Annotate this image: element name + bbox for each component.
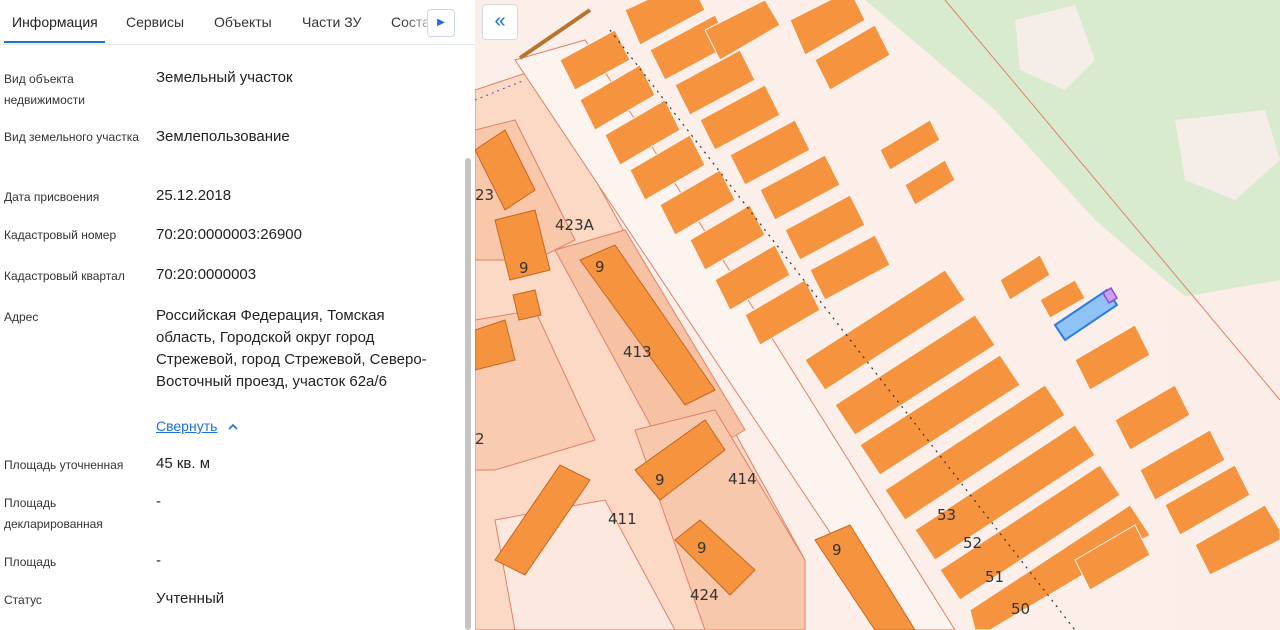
map-label: 2 [475, 430, 485, 448]
value-area: - [156, 552, 161, 569]
label-cadastral-block: Кадастровый квартал [4, 269, 125, 283]
label-declared-area: Площадь декларированная [4, 496, 103, 531]
map-label: 9 [519, 259, 529, 277]
map-label: 423А [555, 216, 595, 234]
label-assignment-date: Дата присвоения [4, 190, 100, 204]
label-object-type: Вид объекта недвижимости [4, 72, 85, 107]
map-label: 9 [655, 471, 665, 489]
map-label: 9 [697, 539, 707, 557]
info-panel: Информация Сервисы Объекты Части ЗУ Сост… [0, 0, 475, 630]
value-cadastral-block: 70:20:0000003 [156, 266, 257, 283]
panel-scrollbar-thumb[interactable] [465, 158, 471, 630]
map-label: 23 [475, 186, 494, 204]
double-chevron-left-icon: « [494, 10, 506, 32]
map-canvas[interactable]: 23 423А 413 414 411 424 2 9 9 9 9 9 53 5… [475, 0, 1280, 630]
chevron-up-icon[interactable] [226, 420, 240, 434]
triangle-right-icon: ▶ [437, 17, 445, 28]
map-label: 9 [832, 541, 842, 559]
tabs-scroll-right-button[interactable]: ▶ [427, 9, 455, 37]
cadastral-map[interactable]: 23 423А 413 414 411 424 2 9 9 9 9 9 53 5… [475, 0, 1280, 630]
tab-objects[interactable]: Объекты [214, 14, 272, 30]
label-refined-area: Площадь уточненная [4, 458, 124, 472]
map-label: 414 [728, 470, 757, 488]
value-declared-area: - [156, 493, 161, 510]
collapse-link[interactable]: Свернуть [156, 418, 217, 434]
map-label: 51 [985, 568, 1004, 586]
active-tab-indicator [4, 41, 105, 43]
label-cadastral-number: Кадастровый номер [4, 228, 117, 242]
value-assignment-date: 25.12.2018 [156, 187, 232, 204]
value-object-type: Земельный участок [156, 69, 293, 86]
tab-land-parts[interactable]: Части ЗУ [302, 14, 361, 30]
value-land-type: Землепользование [156, 128, 290, 145]
value-status: Учтенный [156, 590, 225, 607]
map-label: 52 [963, 534, 982, 552]
map-label: 411 [608, 510, 637, 528]
map-label: 50 [1011, 600, 1030, 618]
label-status: Статус [4, 593, 42, 607]
value-cadastral-number: 70:20:0000003:26900 [156, 226, 302, 243]
value-address: Российская Федерация, Томская область, Г… [156, 307, 427, 390]
map-label: 424 [690, 586, 719, 604]
map-label: 413 [623, 343, 652, 361]
tab-services[interactable]: Сервисы [126, 14, 184, 30]
label-area: Площадь [4, 555, 57, 569]
map-label: 53 [937, 506, 956, 524]
map-label: 9 [595, 258, 605, 276]
label-land-type: Вид земельного участка [4, 130, 139, 144]
collapse-panel-button[interactable]: « [482, 4, 518, 40]
value-refined-area: 45 кв. м [156, 455, 211, 472]
tab-bar: Информация Сервисы Объекты Части ЗУ Сост… [0, 0, 475, 45]
tab-information[interactable]: Информация [12, 14, 98, 30]
label-address: Адрес [4, 310, 39, 324]
